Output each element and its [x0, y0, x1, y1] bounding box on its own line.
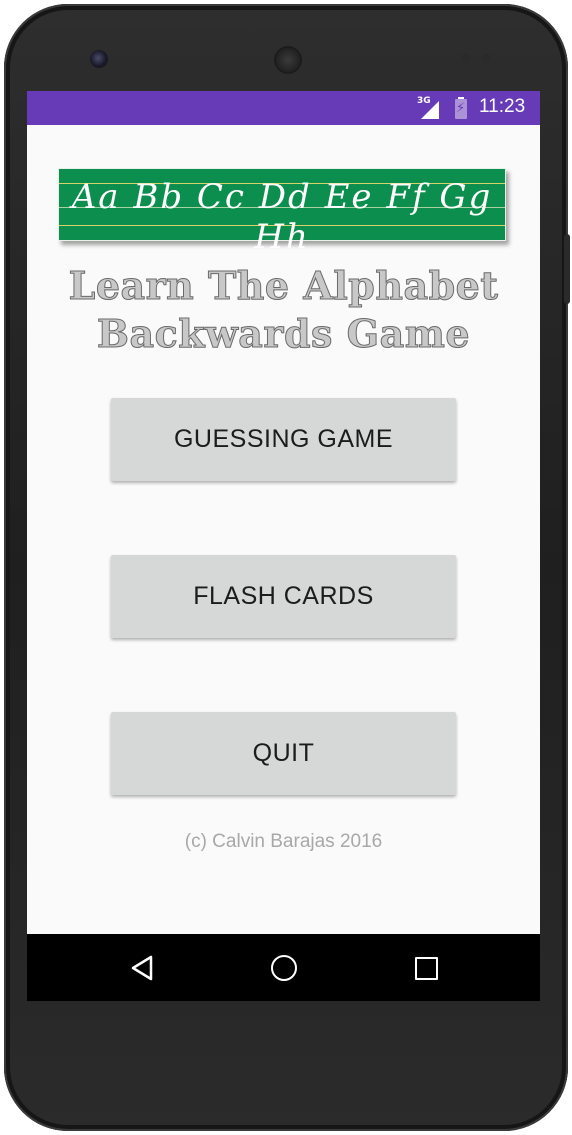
guessing-game-button[interactable]: GUESSING GAME — [111, 398, 456, 481]
banner-letters: Aa Bb Cc Dd Ee Ff Gg Hh — [71, 177, 493, 257]
front-camera — [90, 50, 108, 68]
alphabet-chalkboard-banner: Aa Bb Cc Dd Ee Ff Gg Hh — [58, 168, 506, 257]
recents-icon[interactable] — [415, 957, 438, 980]
app-title-line-2: Backwards Game — [96, 311, 471, 357]
quit-button[interactable]: QUIT — [111, 712, 456, 795]
copyright-text: (c) Calvin Barajas 2016 — [184, 831, 383, 852]
flash-cards-button[interactable]: FLASH CARDS — [111, 555, 456, 638]
status-bar: 3G ⚡ 11:23 — [27, 91, 540, 125]
proximity-sensor — [462, 54, 470, 62]
app-title-line-1: Learn The Alphabet — [68, 263, 499, 309]
status-time: 11:23 — [479, 96, 526, 117]
battery-charging-icon: ⚡ — [455, 97, 467, 119]
home-icon[interactable] — [271, 955, 297, 981]
screen: 3G ⚡ 11:23 Aa Bb Cc Dd Ee Ff Gg Hh Learn… — [27, 91, 540, 1001]
earpiece-speaker — [274, 46, 302, 74]
navigation-bar — [27, 934, 540, 1001]
signal-icon — [421, 101, 439, 119]
power-button — [564, 234, 570, 304]
back-icon[interactable] — [129, 954, 155, 982]
light-sensor — [482, 54, 490, 62]
